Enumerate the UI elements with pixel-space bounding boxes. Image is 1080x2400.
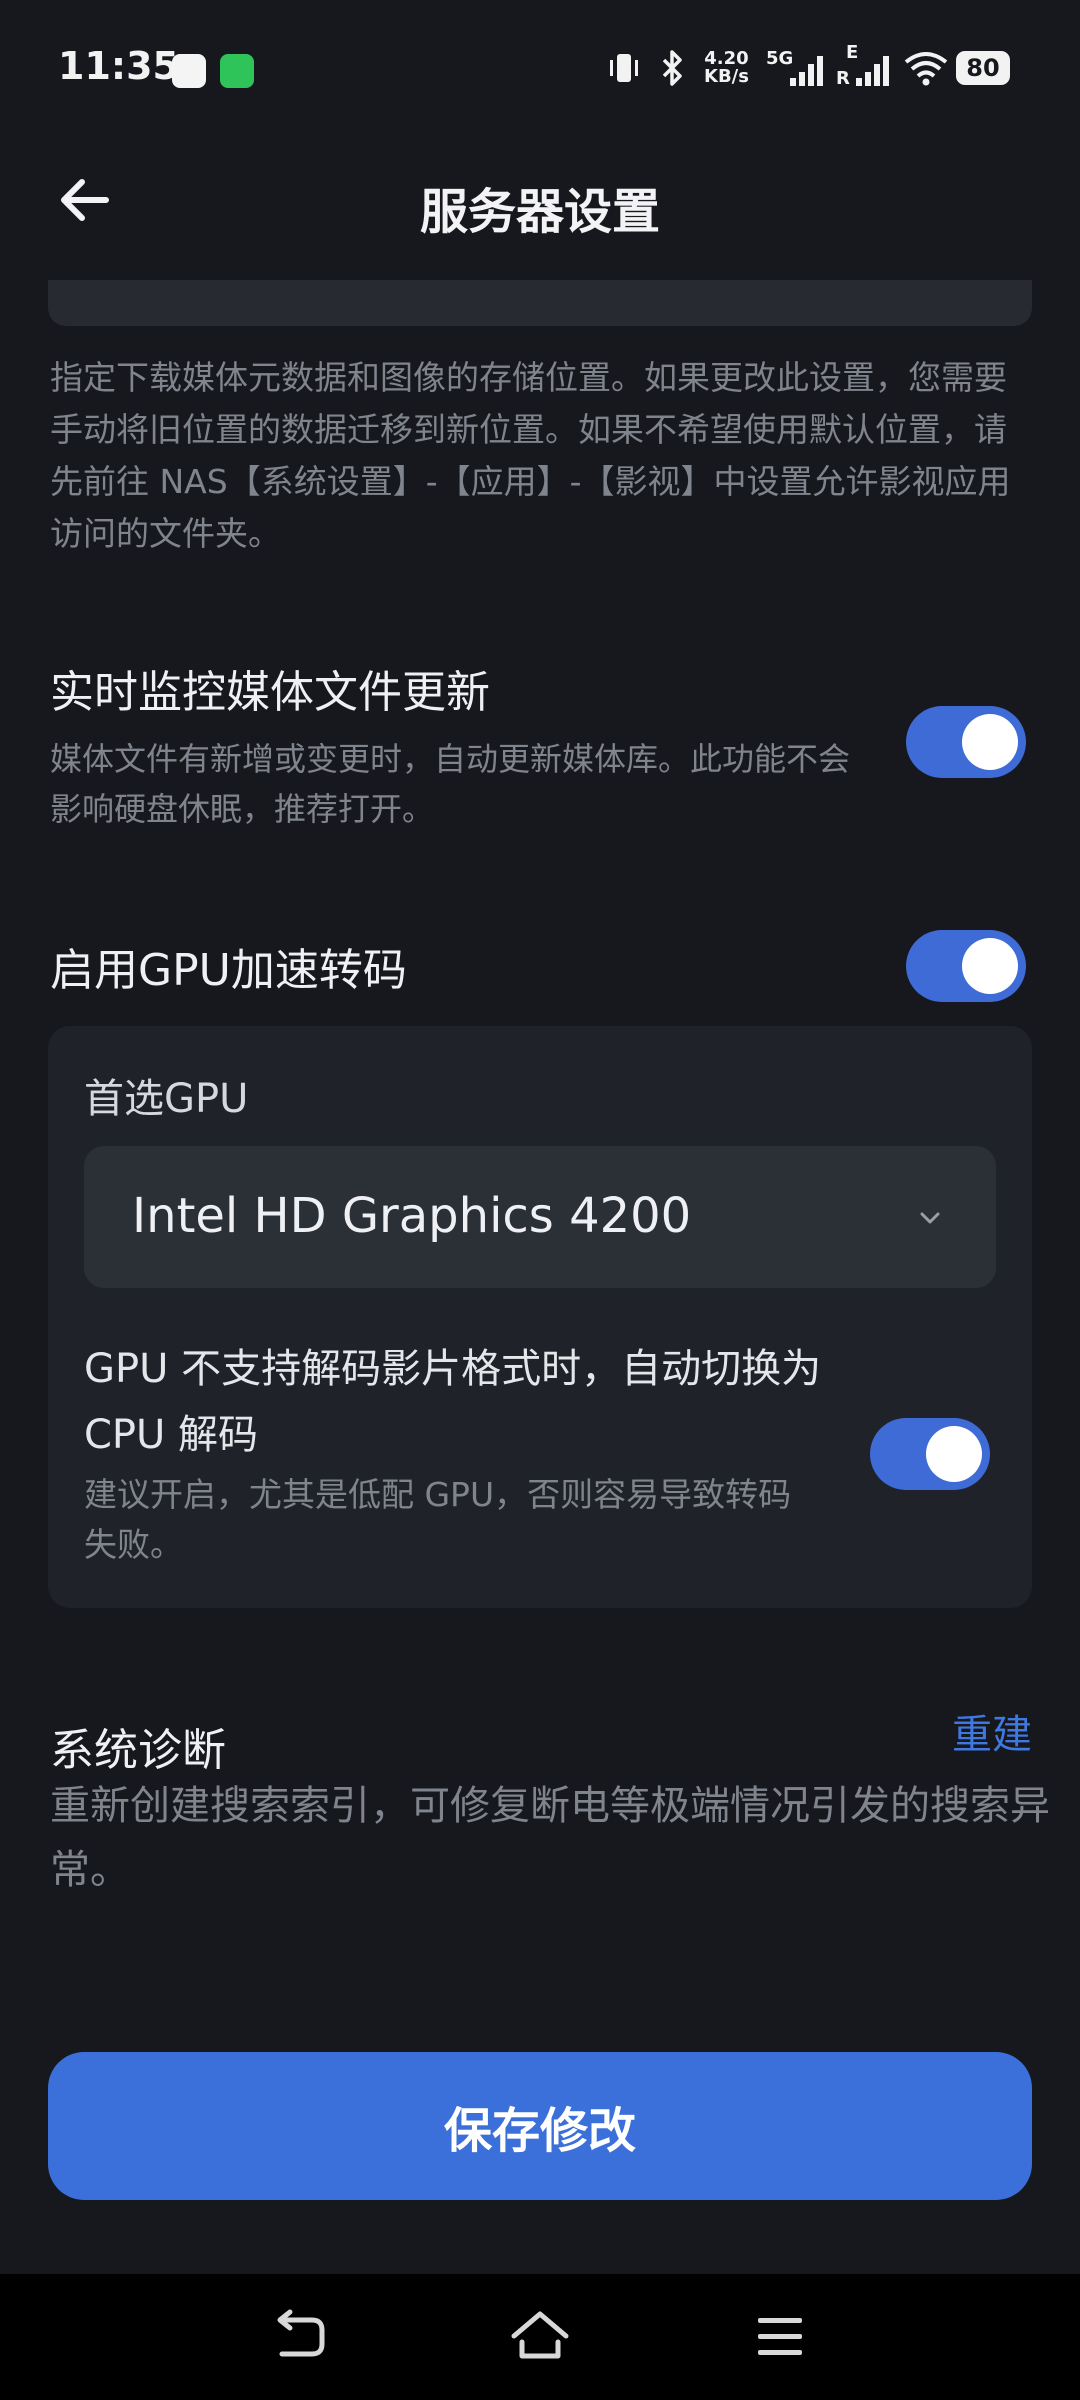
toggle-knob [962,714,1018,770]
cpu-fallback-title: GPU 不支持解码影片格式时，自动切换为 CPU 解码 [84,1346,822,1458]
signal-5g-icon: 5G [766,46,826,90]
preferred-gpu-value: Intel HD Graphics 4200 [132,1188,692,1244]
network-speed: 4.20 KB/s [704,48,749,87]
back-return-icon [277,2309,325,2357]
bluetooth-icon [656,46,688,90]
chevron-down-icon [920,1212,940,1224]
realtime-monitor-subtitle: 媒体文件有新增或变更时，自动更新媒体库。此功能不会影响硬盘休眠，推荐打开。 [50,740,851,828]
cpu-fallback-toggle[interactable] [870,1418,990,1490]
gpu-transcode-title: 启用GPU加速转码 [50,945,407,996]
storage-path-field[interactable] [48,280,1032,326]
wifi-icon [902,46,950,90]
rebuild-button[interactable]: 重建 [952,1702,1032,1760]
diagnostics-subtitle: 重新创建搜索索引，可修复断电等极端情况引发的搜索异常。 [50,1783,1050,1893]
page-title: 服务器设置 [419,184,660,240]
realtime-monitor-toggle[interactable] [906,706,1026,778]
nav-back-button[interactable] [268,2306,332,2366]
menu-icon [758,2318,802,2355]
storage-description: 指定下载媒体元数据和图像的存储位置。如果更改此设置，您需要手动将旧位置的数据迁移… [50,358,1011,553]
preferred-gpu-label: 首选GPU [84,1076,249,1122]
save-button[interactable]: 保存修改 [48,2052,1032,2200]
nav-home-button[interactable] [508,2306,572,2366]
vibrate-icon [604,46,644,90]
nav-menu-button[interactable] [748,2306,812,2366]
gpu-transcode-toggle[interactable] [906,930,1026,1002]
battery-indicator: 80 [956,46,1010,90]
cpu-fallback-subtitle: 建议开启，尤其是低配 GPU，否则容易导致转码失败。 [84,1475,792,1564]
home-icon [511,2311,569,2359]
battery-level: 80 [956,51,1010,85]
wechat-notification-icon [220,54,254,88]
signal-e-icon: E R [836,42,894,90]
status-time: 11:35 [58,44,179,88]
toggle-knob [962,938,1018,994]
diagnostics-title: 系统诊断 [50,1725,226,1776]
realtime-monitor-title: 实时监控媒体文件更新 [50,667,490,718]
toggle-knob [926,1426,982,1482]
notification-app-icon [172,54,206,88]
